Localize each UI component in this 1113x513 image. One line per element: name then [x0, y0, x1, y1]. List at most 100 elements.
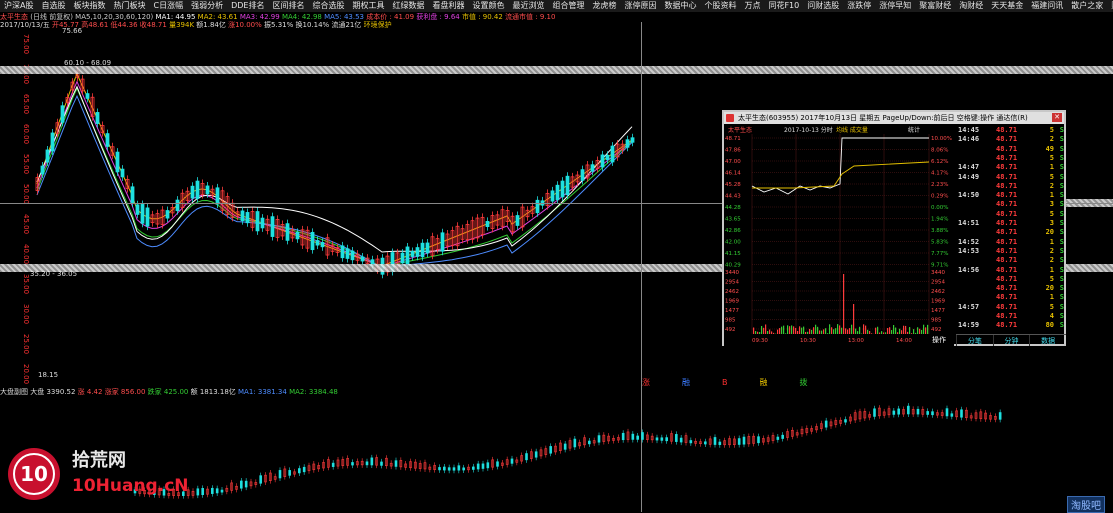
close-button[interactable]: ✕ [1052, 113, 1062, 122]
menu-item[interactable]: 福建问讯 [1027, 0, 1067, 12]
index-candle-body [244, 480, 248, 488]
index-candle-body [907, 405, 910, 415]
indicator-tab[interactable]: B [720, 378, 730, 388]
menu-item[interactable]: 看盘利器 [428, 0, 468, 12]
tick-volume: 2 [1049, 256, 1054, 265]
menu-item[interactable]: 区间排名 [268, 0, 308, 12]
volume-bar [903, 325, 905, 334]
menu-item[interactable]: 组合管理 [548, 0, 588, 12]
popup-price-tick: 40.29 [725, 263, 741, 269]
index-candle-body [196, 488, 200, 496]
indicator-tab[interactable]: 拨 [798, 378, 810, 388]
corner-watermark: 淘股吧 [1067, 496, 1105, 513]
popup-title-bar[interactable]: 太平生态(603955) 2017年10月13日 星期五 PageUp/Down… [724, 112, 1064, 124]
y-axis-tick: 45.00 [22, 214, 30, 235]
popup-price-tick: 48.71 [725, 136, 741, 142]
index-candle-body [525, 453, 528, 461]
logo-number: 10 [20, 462, 48, 486]
menu-item[interactable]: 散户之家 [1067, 0, 1107, 12]
volume-bar [917, 327, 919, 334]
volume-bar [759, 332, 761, 334]
kline-chart[interactable] [34, 24, 724, 380]
menu-item[interactable]: 个股资料 [700, 0, 740, 12]
popup-volume-tick: 492 [725, 327, 736, 333]
index-candle-body [220, 489, 224, 493]
index-candle-body [549, 446, 552, 454]
menu-item[interactable]: 龙虎榜 [588, 0, 620, 12]
menu-item[interactable]: 沪深A股 [0, 0, 37, 12]
volume-bar [843, 274, 845, 334]
menu-item[interactable]: 涨停原因 [620, 0, 660, 12]
menu-item[interactable]: 板块指数 [69, 0, 109, 12]
popup-pct-tick: 0.29% [931, 194, 948, 200]
index-candle-body [950, 413, 954, 417]
volume-bar [773, 332, 775, 334]
volume-bar [915, 332, 917, 334]
volume-bar [763, 327, 765, 334]
candle-body [270, 216, 275, 237]
popup-volume-tick-right: 1969 [931, 299, 945, 305]
menu-item[interactable]: 万点 [740, 0, 764, 12]
candle-body [145, 207, 150, 227]
popup-price-tick: 42.86 [725, 228, 741, 234]
indicator-tab[interactable]: 融 [758, 378, 770, 388]
popup-tab[interactable]: 分钟 [992, 335, 1030, 346]
popup-price-tick: 45.28 [725, 182, 741, 188]
tick-list[interactable]: 14:45 48.71 5 S 14:46 48.71 2 S 48.71 49 S 48.71 5 S 1… [956, 124, 1066, 334]
tick-volume: 49 [1045, 144, 1054, 153]
tick-price: 48.71 [996, 163, 1018, 172]
index-candle-body [380, 461, 383, 466]
index-candle-body [704, 441, 707, 445]
indicator-tab[interactable]: 涨 [640, 378, 652, 388]
menu-item[interactable]: 热门板块 [109, 0, 149, 12]
menu-item[interactable]: 数据中心 [660, 0, 700, 12]
tick-side: S [1059, 200, 1064, 209]
tick-price: 48.71 [996, 191, 1018, 200]
index-candle-body [452, 467, 456, 471]
menu-item[interactable]: 聚富财经 [915, 0, 955, 12]
volume-bar [777, 329, 779, 334]
menu-item[interactable]: 同花F10 [764, 0, 803, 12]
menu-item[interactable]: 涨停早知 [875, 0, 915, 12]
tick-row: 14:50 48.71 1 S [956, 191, 1066, 200]
popup-tab[interactable]: 分笔 [956, 335, 993, 346]
menu-item[interactable]: C日涨幅 [149, 0, 187, 12]
menu-item[interactable]: 淘财经 [955, 0, 987, 12]
menu-item[interactable]: 设置颜色 [468, 0, 508, 12]
menu-item[interactable]: 红绿数据 [388, 0, 428, 12]
index-candle-body [288, 470, 291, 476]
minute-chart-popup[interactable]: 太平生态(603955) 2017年10月13日 星期五 PageUp/Down… [722, 110, 1066, 346]
menu-item[interactable]: 涨跌停 [843, 0, 875, 12]
menu-item[interactable]: 综合选股 [308, 0, 348, 12]
popup-tab[interactable]: 数据 [1029, 335, 1066, 346]
tick-side: S [1059, 153, 1064, 162]
volume-bar [881, 331, 883, 334]
menu-item[interactable]: 期权工具 [348, 0, 388, 12]
menu-item[interactable]: 自选股 [37, 0, 69, 12]
volume-bar [767, 331, 769, 334]
candle-body [310, 231, 315, 251]
popup-pct-tick: 9.71% [931, 263, 948, 269]
volume-bar [845, 328, 847, 334]
menu-item[interactable]: 天天基金 [987, 0, 1027, 12]
index-candle-body [998, 412, 1002, 420]
intraday-chart[interactable]: 太平生态 2017-10-13 分时 均线 成交量 统计 48.71 10.00% 47.8… [724, 124, 954, 346]
menu-item[interactable]: 强弱分析 [187, 0, 227, 12]
index-candle-body [351, 462, 354, 466]
volume-bar [865, 325, 867, 334]
volume-bar [753, 327, 755, 334]
tick-side: S [1059, 302, 1064, 311]
menu-item[interactable]: DDE排名 [227, 0, 268, 12]
popup-indicator-label: 均线 成交量 [836, 126, 868, 134]
index-kline-chart[interactable] [34, 398, 1113, 513]
indicator-tab[interactable]: 融 [680, 378, 692, 388]
menu-item[interactable]: 财联社 [1107, 0, 1113, 12]
operation-button[interactable]: 操作 [932, 335, 946, 345]
index-candle-body [534, 451, 538, 458]
menu-item[interactable]: 问财选股 [803, 0, 843, 12]
candle-body [95, 112, 100, 124]
candle-body [205, 185, 210, 195]
tick-row: 14:59 48.71 80 S [956, 321, 1066, 330]
candle-body [340, 245, 345, 259]
menu-item[interactable]: 最近浏览 [508, 0, 548, 12]
